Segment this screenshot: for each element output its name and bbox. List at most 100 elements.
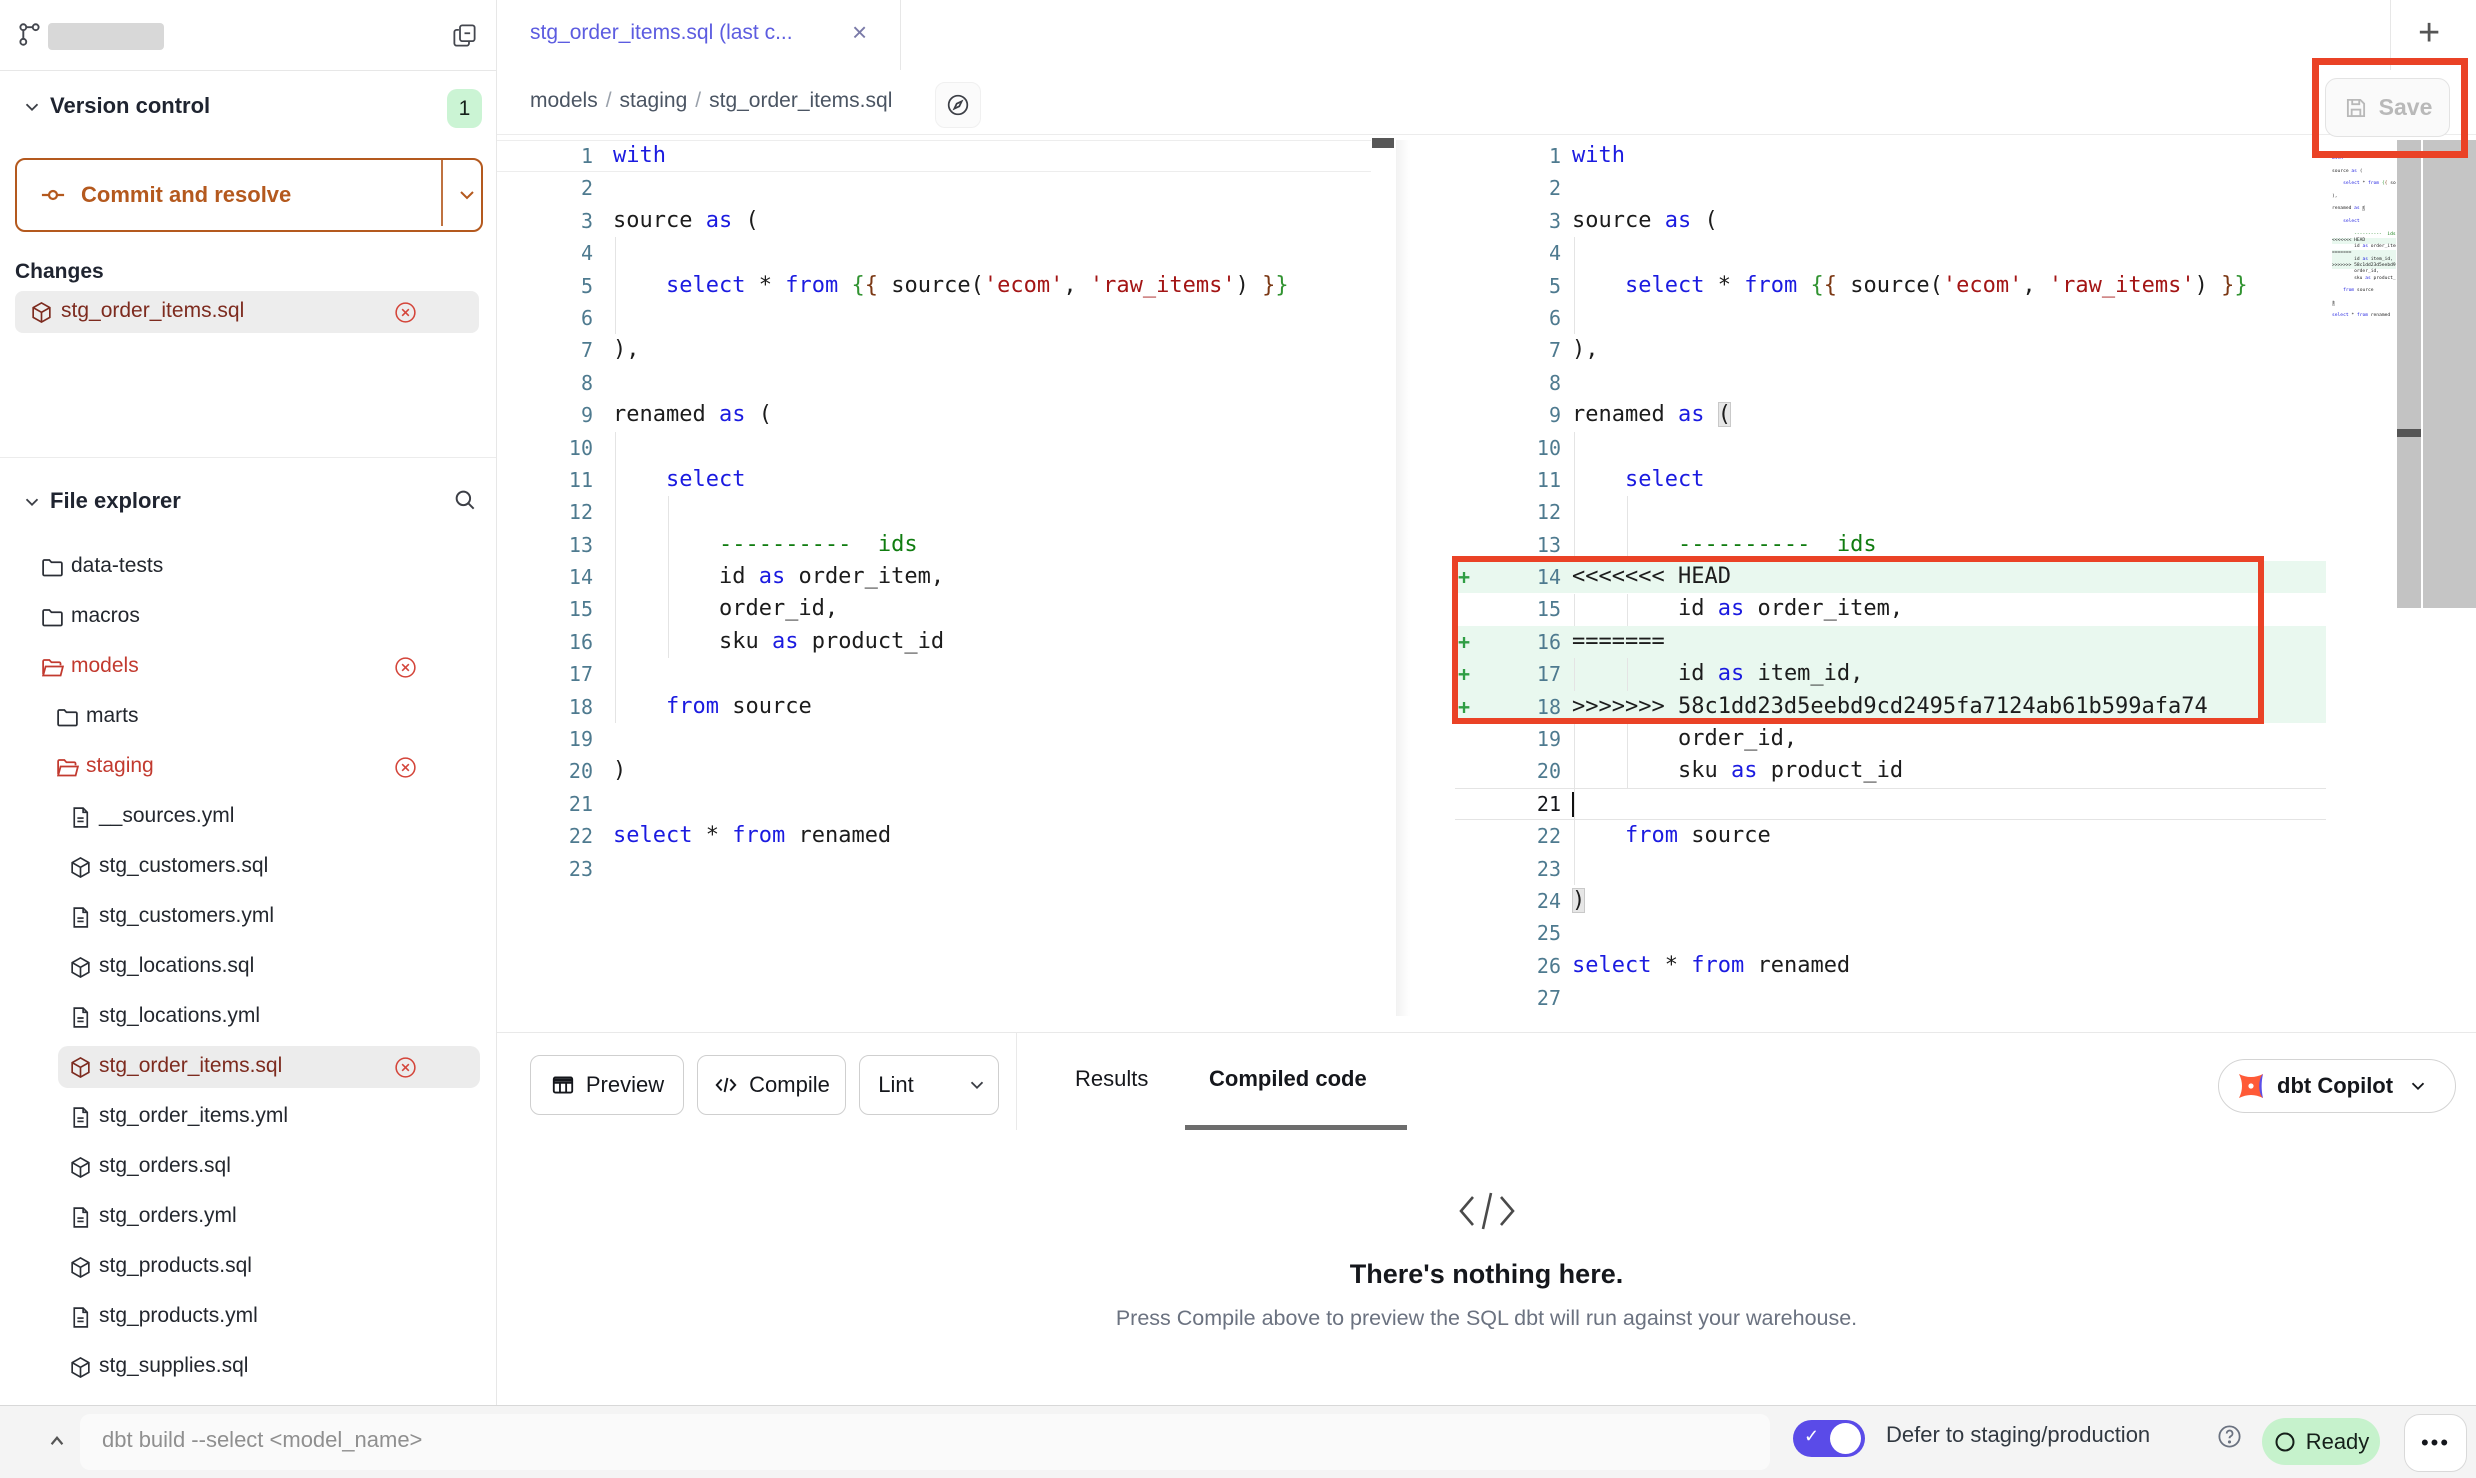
save-button[interactable]: Save — [2325, 78, 2450, 137]
code-line-16[interactable]: +16======= — [1440, 626, 2326, 658]
breadcrumb-item[interactable]: staging — [620, 89, 688, 112]
code-line-12[interactable]: 12 — [497, 496, 1371, 528]
file-row-stg_orders.yml[interactable]: stg_orders.yml — [0, 1192, 496, 1242]
conflict-circle-x-icon[interactable] — [393, 1055, 418, 1080]
tab-stg-order-items[interactable]: stg_order_items.sql (last c... × — [497, 0, 901, 71]
file-row-stg_customers.sql[interactable]: stg_customers.sql — [0, 842, 496, 892]
lint-split-button[interactable]: Lint — [859, 1055, 999, 1115]
code-line-11[interactable]: 11 select — [1440, 464, 2326, 496]
minimap[interactable]: withsource as ( select * from {{ source(… — [2332, 156, 2396, 332]
code-line-15[interactable]: 15 id as order_item, — [1440, 593, 2326, 625]
file-row-stg_order_items.yml[interactable]: stg_order_items.yml — [0, 1092, 496, 1142]
tab-compiled-code[interactable]: Compiled code — [1209, 1066, 1367, 1092]
file-explorer-title[interactable]: File explorer — [50, 488, 181, 514]
code-line-4[interactable]: 4 — [1440, 237, 2326, 269]
code-line-22[interactable]: 22select * from renamed — [497, 820, 1371, 852]
file-row-stg_products.sql[interactable]: stg_products.sql — [0, 1242, 496, 1292]
code-line-21[interactable]: 21 — [1440, 788, 2326, 820]
conflict-circle-x-icon[interactable] — [393, 300, 418, 325]
code-line-22[interactable]: 22 from source — [1440, 820, 2326, 852]
file-row-stg_customers.yml[interactable]: stg_customers.yml — [0, 892, 496, 942]
code-line-23[interactable]: 23 — [1440, 853, 2326, 885]
scrollbar-thumb[interactable] — [1372, 138, 1394, 148]
file-row-macros[interactable]: macros — [0, 592, 496, 642]
code-line-2[interactable]: 2 — [1440, 172, 2326, 204]
code-line-16[interactable]: 16 sku as product_id — [497, 626, 1371, 658]
code-line-19[interactable]: 19 order_id, — [1440, 723, 2326, 755]
editor-pane-modified[interactable]: 1with23source as (45 select * from {{ so… — [1440, 140, 2326, 1016]
chevron-down-icon[interactable] — [952, 1074, 1002, 1096]
code-line-10[interactable]: 10 — [497, 432, 1371, 464]
defer-toggle[interactable]: ✓ — [1793, 1420, 1865, 1457]
code-line-7[interactable]: 7), — [1440, 334, 2326, 366]
code-line-19[interactable]: 19 — [497, 723, 1371, 755]
chevron-down-icon[interactable] — [21, 491, 43, 513]
code-line-21[interactable]: 21 — [497, 788, 1371, 820]
help-icon[interactable] — [2216, 1423, 2243, 1450]
copy-icon[interactable] — [451, 22, 478, 49]
navigate-compass-icon[interactable] — [935, 82, 981, 128]
code-line-5[interactable]: 5 select * from {{ source('ecom', 'raw_i… — [497, 270, 1371, 302]
file-row-stg_orders.sql[interactable]: stg_orders.sql — [0, 1142, 496, 1192]
file-row-stg_supplies.sql[interactable]: stg_supplies.sql — [0, 1342, 496, 1392]
changed-file-item[interactable]: stg_order_items.sql — [15, 291, 479, 333]
dbt-copilot-button[interactable]: dbt Copilot — [2218, 1059, 2456, 1113]
code-line-26[interactable]: 26select * from renamed — [1440, 950, 2326, 982]
file-row-data-tests[interactable]: data-tests — [0, 542, 496, 592]
search-icon[interactable] — [452, 487, 478, 513]
file-row-stg_locations.yml[interactable]: stg_locations.yml — [0, 992, 496, 1042]
code-line-4[interactable]: 4 — [497, 237, 1371, 269]
code-line-9[interactable]: 9renamed as ( — [497, 399, 1371, 431]
chevron-down-icon[interactable] — [455, 183, 479, 207]
code-line-3[interactable]: 3source as ( — [1440, 205, 2326, 237]
file-row-stg_products.yml[interactable]: stg_products.yml — [0, 1292, 496, 1342]
code-line-5[interactable]: 5 select * from {{ source('ecom', 'raw_i… — [1440, 270, 2326, 302]
code-line-1[interactable]: 1with — [497, 140, 1371, 172]
new-tab-button[interactable]: + — [2418, 12, 2440, 55]
code-line-1[interactable]: 1with — [1440, 140, 2326, 172]
file-row-marts[interactable]: marts — [0, 692, 496, 742]
code-line-3[interactable]: 3source as ( — [497, 205, 1371, 237]
version-control-title[interactable]: Version control — [50, 93, 210, 119]
editor-pane-original[interactable]: 1with23source as (45 select * from {{ so… — [497, 140, 1371, 886]
code-line-20[interactable]: 20 sku as product_id — [1440, 755, 2326, 787]
chevron-up-icon[interactable] — [44, 1428, 70, 1454]
code-line-12[interactable]: 12 — [1440, 496, 2326, 528]
file-row-stg_order_items.sql[interactable]: stg_order_items.sql — [0, 1042, 496, 1092]
file-row-stg_locations.sql[interactable]: stg_locations.sql — [0, 942, 496, 992]
command-input[interactable]: dbt build --select <model_name> — [80, 1414, 1770, 1470]
code-line-13[interactable]: 13 ---------- ids — [497, 529, 1371, 561]
preview-button[interactable]: Preview — [530, 1055, 684, 1115]
code-line-2[interactable]: 2 — [497, 172, 1371, 204]
tab-results[interactable]: Results — [1075, 1066, 1148, 1092]
code-line-17[interactable]: 17 — [497, 658, 1371, 690]
compile-button[interactable]: Compile — [697, 1055, 846, 1115]
code-line-24[interactable]: 24) — [1440, 885, 2326, 917]
code-line-23[interactable]: 23 — [497, 853, 1371, 885]
chevron-down-icon[interactable] — [21, 96, 43, 118]
code-line-27[interactable]: 27 — [1440, 982, 2326, 1014]
conflict-circle-x-icon[interactable] — [393, 755, 418, 780]
minimap-scrollbar[interactable] — [2397, 140, 2421, 608]
code-line-11[interactable]: 11 select — [497, 464, 1371, 496]
code-line-14[interactable]: 14 id as order_item, — [497, 561, 1371, 593]
conflict-circle-x-icon[interactable] — [393, 655, 418, 680]
file-row-models[interactable]: models — [0, 642, 496, 692]
commit-and-resolve-button[interactable]: Commit and resolve — [15, 158, 483, 232]
code-line-9[interactable]: 9renamed as ( — [1440, 399, 2326, 431]
code-line-8[interactable]: 8 — [1440, 367, 2326, 399]
code-line-20[interactable]: 20) — [497, 755, 1371, 787]
breadcrumb-item[interactable]: models — [530, 89, 598, 112]
code-line-17[interactable]: +17 id as item_id, — [1440, 658, 2326, 690]
close-icon[interactable]: × — [852, 17, 867, 48]
code-line-18[interactable]: 18 from source — [497, 691, 1371, 723]
code-line-25[interactable]: 25 — [1440, 917, 2326, 949]
overview-ruler[interactable] — [2423, 140, 2476, 608]
overflow-menu-button[interactable]: ••• — [2404, 1414, 2467, 1472]
code-line-6[interactable]: 6 — [1440, 302, 2326, 334]
code-line-13[interactable]: 13 ---------- ids — [1440, 529, 2326, 561]
code-line-15[interactable]: 15 order_id, — [497, 593, 1371, 625]
scrollbar-thumb[interactable] — [2397, 429, 2421, 437]
code-line-6[interactable]: 6 — [497, 302, 1371, 334]
code-line-8[interactable]: 8 — [497, 367, 1371, 399]
